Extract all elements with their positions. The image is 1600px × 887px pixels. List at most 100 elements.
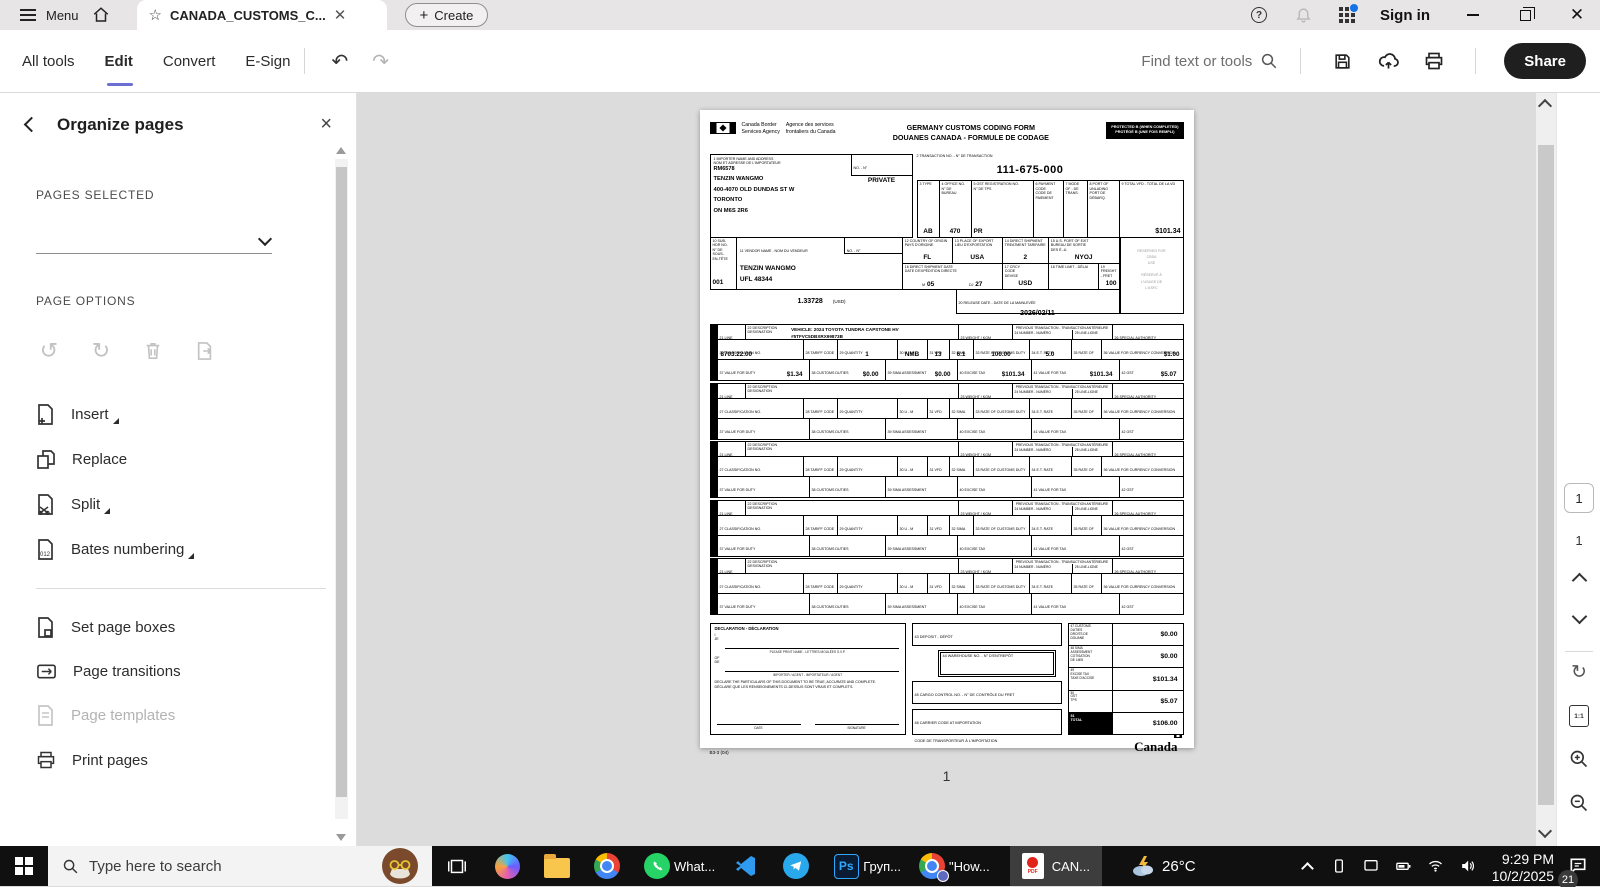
current-page-input[interactable] bbox=[1564, 483, 1594, 513]
zoom-in-button[interactable] bbox=[1557, 749, 1600, 769]
chrome-button[interactable] bbox=[582, 846, 632, 886]
line-item-block-empty: 21 LINE LIGNE 22 DESCRIPTION DESIGNATION… bbox=[709, 441, 1184, 498]
search-highlight-avatar[interactable] bbox=[382, 848, 418, 887]
task-view-button[interactable] bbox=[432, 846, 482, 886]
form-label: 37 VALUE FOR DUTY VALEUR EN DOUANE bbox=[719, 546, 756, 551]
tray-battery-button[interactable] bbox=[1388, 846, 1418, 886]
previous-page-button[interactable] bbox=[1557, 572, 1600, 589]
grand-total-value: $106.00 bbox=[1152, 719, 1178, 727]
document-scrollbar[interactable] bbox=[1536, 93, 1556, 846]
star-icon[interactable]: ☆ bbox=[149, 6, 162, 24]
tray-volume-button[interactable] bbox=[1452, 846, 1482, 886]
document-tab[interactable]: ☆ CANADA_CUSTOMS_C... ✕ bbox=[136, 0, 387, 30]
weather-widget[interactable]: 26°C bbox=[1130, 854, 1196, 878]
bates-numbering-item[interactable]: 012 Bates numbering bbox=[36, 527, 320, 572]
tray-expand-button[interactable] bbox=[1292, 846, 1322, 886]
taskbar-search[interactable] bbox=[48, 846, 432, 886]
tab-edit[interactable]: Edit bbox=[105, 30, 133, 92]
close-button[interactable]: ✕ bbox=[1554, 0, 1600, 30]
print-pages-item[interactable]: Print pages bbox=[36, 738, 320, 782]
help-button[interactable]: ? bbox=[1240, 0, 1278, 30]
device-icon bbox=[1335, 859, 1343, 873]
pdf-page[interactable]: Canada Border Services Agency Agence des… bbox=[699, 110, 1194, 755]
trash-icon bbox=[146, 342, 160, 360]
page-transitions-item[interactable]: Page transitions bbox=[36, 650, 320, 693]
delete-page-button[interactable] bbox=[140, 338, 166, 364]
tray-phone-link-button[interactable] bbox=[1356, 846, 1386, 886]
form-label: 35 RATE OF GST TAUX DE TPS bbox=[1073, 585, 1094, 589]
line-vin: #5TFVC5DBXRX99873B bbox=[791, 333, 843, 339]
whatsapp-button[interactable] bbox=[632, 846, 682, 886]
search-icon[interactable] bbox=[1260, 52, 1278, 70]
restore-button[interactable] bbox=[1502, 0, 1548, 30]
form-label: 3 TYPE bbox=[919, 182, 932, 187]
chrome-profile-button[interactable] bbox=[907, 846, 957, 886]
clock-widget[interactable]: 9:29 PM 10/2/2025 bbox=[1484, 846, 1554, 886]
next-page-button[interactable] bbox=[1557, 608, 1600, 625]
sign-in-button[interactable]: Sign in bbox=[1380, 7, 1430, 24]
form-label: 31 VFD CODE CODE VD bbox=[929, 526, 942, 531]
actual-size-button[interactable]: 1:1 bbox=[1557, 705, 1600, 727]
panel-scrollbar-thumb[interactable] bbox=[336, 167, 347, 797]
split-item[interactable]: Split bbox=[36, 482, 320, 527]
document-scrollbar-thumb[interactable] bbox=[1538, 145, 1554, 805]
menu-button[interactable]: Menu bbox=[46, 8, 79, 23]
apps-grid-icon bbox=[1339, 4, 1358, 23]
tab-convert[interactable]: Convert bbox=[163, 30, 216, 92]
form-label: 24 NUMBER - NUMÉRO bbox=[1013, 505, 1073, 515]
tray-wifi-button[interactable] bbox=[1420, 846, 1450, 886]
document-canvas[interactable]: Canada Border Services Agency Agence des… bbox=[357, 93, 1536, 846]
notifications-button[interactable] bbox=[1284, 0, 1322, 30]
vscode-button[interactable] bbox=[721, 846, 771, 886]
form-label: 23 WEIGHT / KGM POIDS / KGM bbox=[960, 511, 992, 515]
scroll-up-icon[interactable] bbox=[1537, 98, 1553, 114]
menu-icon[interactable] bbox=[0, 0, 48, 30]
photoshop-button[interactable]: Ps bbox=[821, 846, 871, 886]
extract-icon bbox=[197, 342, 212, 360]
rotate-page-button[interactable]: ↻ bbox=[1557, 661, 1600, 684]
notification-center-button[interactable]: 21 bbox=[1556, 846, 1600, 887]
create-button[interactable]: + Create bbox=[404, 3, 489, 27]
scroll-down-icon[interactable] bbox=[1537, 823, 1553, 839]
save-button[interactable] bbox=[1323, 43, 1361, 79]
copilot-button[interactable] bbox=[482, 846, 532, 886]
redo-button[interactable]: ↷ bbox=[360, 49, 401, 74]
copilot-icon bbox=[494, 853, 520, 879]
tab-all-tools[interactable]: All tools bbox=[22, 30, 75, 92]
form-value: 1 bbox=[865, 351, 869, 358]
telegram-button[interactable] bbox=[771, 846, 821, 886]
start-button[interactable] bbox=[0, 846, 48, 886]
extract-page-button[interactable] bbox=[192, 338, 218, 364]
print-button[interactable] bbox=[1415, 43, 1453, 79]
scroll-down-icon[interactable] bbox=[336, 834, 346, 841]
acrobat-app-button[interactable]: PDF CAN... bbox=[1009, 846, 1103, 886]
tab-close-icon[interactable]: ✕ bbox=[334, 8, 347, 23]
upload-cloud-button[interactable] bbox=[1369, 43, 1407, 79]
minimize-button[interactable] bbox=[1450, 0, 1496, 30]
form-label: 23 WEIGHT / KGM POIDS / KGM bbox=[960, 453, 992, 456]
rotate-left-button[interactable]: ↺ bbox=[36, 338, 62, 364]
tab-esign[interactable]: E-Sign bbox=[245, 30, 290, 92]
find-input[interactable] bbox=[1102, 52, 1253, 70]
home-button[interactable] bbox=[79, 0, 123, 30]
find-bar[interactable] bbox=[1102, 52, 1278, 70]
replace-item[interactable]: Replace bbox=[36, 437, 320, 482]
apps-grid-button[interactable] bbox=[1328, 0, 1366, 30]
undo-button[interactable]: ↶ bbox=[319, 49, 360, 74]
panel-close-icon[interactable]: × bbox=[314, 113, 338, 136]
taskbar-search-input[interactable] bbox=[89, 857, 319, 875]
tray-device-button[interactable] bbox=[1324, 846, 1354, 886]
panel-scrollbar[interactable] bbox=[335, 145, 348, 841]
share-button[interactable]: Share bbox=[1504, 43, 1586, 79]
back-icon[interactable] bbox=[23, 116, 40, 133]
zoom-out-button[interactable] bbox=[1557, 793, 1600, 813]
scroll-up-icon[interactable] bbox=[336, 147, 346, 154]
form-label: 42 GST TPS bbox=[1121, 546, 1134, 551]
insert-item[interactable]: Insert bbox=[36, 392, 320, 437]
file-explorer-button[interactable] bbox=[532, 846, 582, 886]
share-button-label: Share bbox=[1524, 52, 1566, 70]
form-label: I JE bbox=[714, 633, 719, 641]
set-page-boxes-item[interactable]: Set page boxes bbox=[36, 605, 320, 650]
rotate-right-button[interactable]: ↻ bbox=[88, 338, 114, 364]
pages-selected-dropdown[interactable] bbox=[36, 202, 273, 254]
